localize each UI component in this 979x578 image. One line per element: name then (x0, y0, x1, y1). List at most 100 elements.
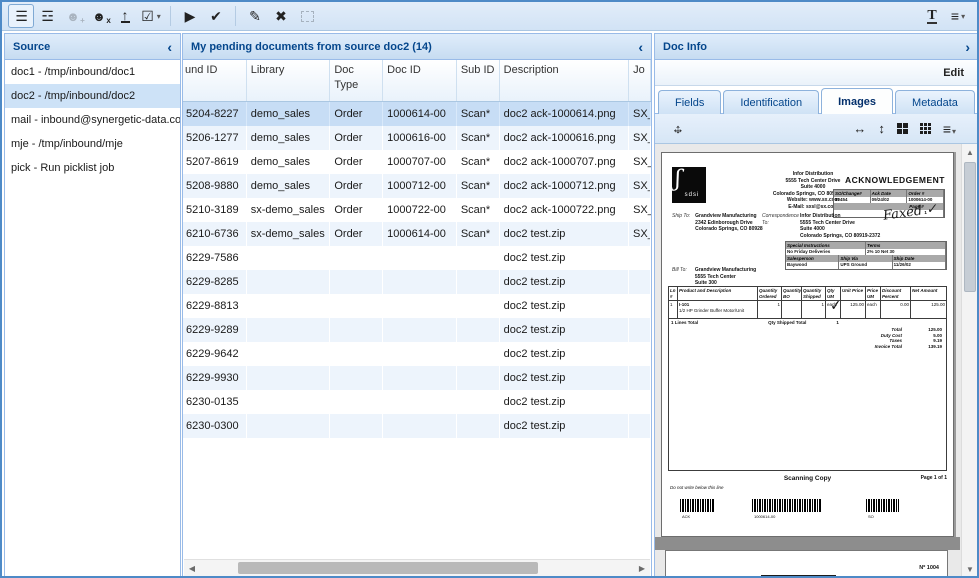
thumbnails-small-icon[interactable] (897, 123, 908, 134)
table-row[interactable]: 6230-0300doc2 test.zip (183, 414, 651, 438)
grid-cell[interactable]: 5206-1277 (183, 126, 247, 150)
grid-cell[interactable] (383, 270, 457, 294)
grid-cell[interactable] (457, 342, 500, 366)
grid-cell[interactable] (457, 366, 500, 390)
grid-cell[interactable]: 1000712-00 (383, 174, 457, 198)
vertical-scrollbar[interactable]: ▲ ▼ (961, 144, 978, 577)
table-row[interactable]: 5210-3189sx-demo_salesOrder1000722-00Sca… (183, 198, 651, 222)
grid-cell[interactable]: 6229-7586 (183, 246, 247, 270)
grid-cell[interactable] (330, 246, 383, 270)
tab-images[interactable]: Images (821, 88, 893, 114)
scroll-up-icon[interactable]: ▲ (962, 144, 978, 160)
grid-cell[interactable]: SX_ (629, 102, 651, 126)
collapse-left-icon[interactable]: ‹ (638, 40, 643, 54)
grid-cell[interactable]: demo_sales (247, 102, 331, 126)
thumbnails-large-icon[interactable] (920, 123, 931, 134)
app-menu-button[interactable]: ≡▾ (945, 4, 971, 28)
grid-cell[interactable] (629, 414, 651, 438)
document-queue-button[interactable]: ☲ (34, 4, 60, 28)
scroll-left-icon[interactable]: ◀ (184, 560, 200, 576)
grid-cell[interactable] (330, 294, 383, 318)
grid-cell[interactable]: sx-demo_sales (247, 198, 331, 222)
grid-cell[interactable]: doc2 ack-1000707.png (500, 150, 629, 174)
grid-cell[interactable]: SX_ (629, 222, 651, 246)
grid-cell[interactable]: doc2 ack-1000616.png (500, 126, 629, 150)
grid-cell[interactable] (330, 318, 383, 342)
grid-cell[interactable] (247, 294, 331, 318)
fit-height-icon[interactable]: ↕ (878, 121, 885, 136)
table-row[interactable]: 6230-0135doc2 test.zip (183, 390, 651, 414)
scrollbar-thumb[interactable] (238, 562, 538, 574)
column-header[interactable]: Doc Type (330, 60, 383, 101)
scrollbar-thumb[interactable] (964, 162, 976, 292)
grid-cell[interactable]: 5207-8619 (183, 150, 247, 174)
grid-cell[interactable] (629, 366, 651, 390)
grid-cell[interactable]: 1000707-00 (383, 150, 457, 174)
select-region-button[interactable] (294, 4, 320, 28)
source-item[interactable]: doc2 - /tmp/inbound/doc2 (5, 84, 180, 108)
grid-cell[interactable]: 6230-0135 (183, 390, 247, 414)
expand-right-icon[interactable]: › (965, 40, 970, 54)
grid-cell[interactable]: Order (330, 198, 383, 222)
grid-cell[interactable] (629, 246, 651, 270)
grid-cell[interactable]: demo_sales (247, 126, 331, 150)
table-row[interactable]: 5207-8619demo_salesOrder1000707-00Scan*d… (183, 150, 651, 174)
grid-cell[interactable]: doc2 ack-1000722.png (500, 198, 629, 222)
grid-cell[interactable]: Scan* (457, 102, 500, 126)
table-row[interactable]: 5204-8227demo_salesOrder1000614-00Scan*d… (183, 102, 651, 126)
grid-cell[interactable] (457, 270, 500, 294)
grid-cell[interactable]: 1000614-00 (383, 102, 457, 126)
column-header[interactable]: Jo (629, 60, 651, 101)
grid-cell[interactable]: 6229-9930 (183, 366, 247, 390)
tab-fields[interactable]: Fields (658, 90, 721, 114)
upload-button[interactable]: ↑ (112, 4, 138, 28)
source-item[interactable]: pick - Run picklist job (5, 156, 180, 180)
grid-cell[interactable]: 6229-9289 (183, 318, 247, 342)
grid-cell[interactable] (383, 342, 457, 366)
grid-cell[interactable]: Scan* (457, 174, 500, 198)
source-item[interactable]: doc1 - /tmp/inbound/doc1 (5, 60, 180, 84)
grid-cell[interactable]: 6210-6736 (183, 222, 247, 246)
collapse-left-icon[interactable]: ‹ (167, 40, 172, 54)
grid-cell[interactable] (457, 318, 500, 342)
grid-cell[interactable]: SX_ (629, 198, 651, 222)
grid-cell[interactable]: demo_sales (247, 150, 331, 174)
grid-cell[interactable] (247, 246, 331, 270)
edit-button[interactable]: Edit (943, 67, 964, 79)
grid-cell[interactable]: doc2 test.zip (500, 246, 629, 270)
reject-button[interactable]: ✖ (268, 4, 294, 28)
grid-cell[interactable]: Scan* (457, 150, 500, 174)
grid-cell[interactable]: 1000614-00 (383, 222, 457, 246)
fit-width-icon[interactable]: ↔ (853, 121, 866, 136)
column-header[interactable]: Sub ID (457, 60, 500, 101)
grid-cell[interactable] (629, 270, 651, 294)
table-row[interactable]: 5206-1277demo_salesOrder1000616-00Scan*d… (183, 126, 651, 150)
table-row[interactable]: 6229-7586 doc2 test.zip (183, 246, 651, 270)
table-row[interactable]: 6229-9930doc2 test.zip (183, 366, 651, 390)
grid-cell[interactable]: Order (330, 126, 383, 150)
grid-cell[interactable]: Order (330, 102, 383, 126)
grid-cell[interactable] (457, 390, 500, 414)
column-header[interactable]: Library (247, 60, 331, 101)
grid-cell[interactable]: Order (330, 174, 383, 198)
grid-cell[interactable]: Order (330, 150, 383, 174)
grid-cell[interactable]: SX_ (629, 126, 651, 150)
table-row[interactable]: 6229-9289 doc2 test.zip (183, 318, 651, 342)
source-item[interactable]: mail - inbound@synergetic-data.cor (5, 108, 180, 132)
source-item[interactable]: mje - /tmp/inbound/mje (5, 132, 180, 156)
grid-cell[interactable]: 5204-8227 (183, 102, 247, 126)
document-page-2[interactable]: Nº 1004 (665, 550, 948, 577)
scroll-right-icon[interactable]: ▶ (634, 560, 650, 576)
grid-cell[interactable]: doc2 test.zip (500, 318, 629, 342)
horizontal-scrollbar[interactable]: ◀ ▶ (184, 559, 650, 576)
table-row[interactable]: 6229-9642doc2 test.zip (183, 342, 651, 366)
grid-cell[interactable] (629, 294, 651, 318)
grid-cell[interactable]: doc2 test.zip (500, 342, 629, 366)
grid-cell[interactable]: doc2 test.zip (500, 414, 629, 438)
grid-cell[interactable]: Order (330, 222, 383, 246)
approve-button[interactable]: ✔ (203, 4, 229, 28)
grid-cell[interactable]: 5210-3189 (183, 198, 247, 222)
grid-cell[interactable] (383, 366, 457, 390)
grid-cell[interactable] (330, 270, 383, 294)
grid-cell[interactable] (247, 414, 331, 438)
